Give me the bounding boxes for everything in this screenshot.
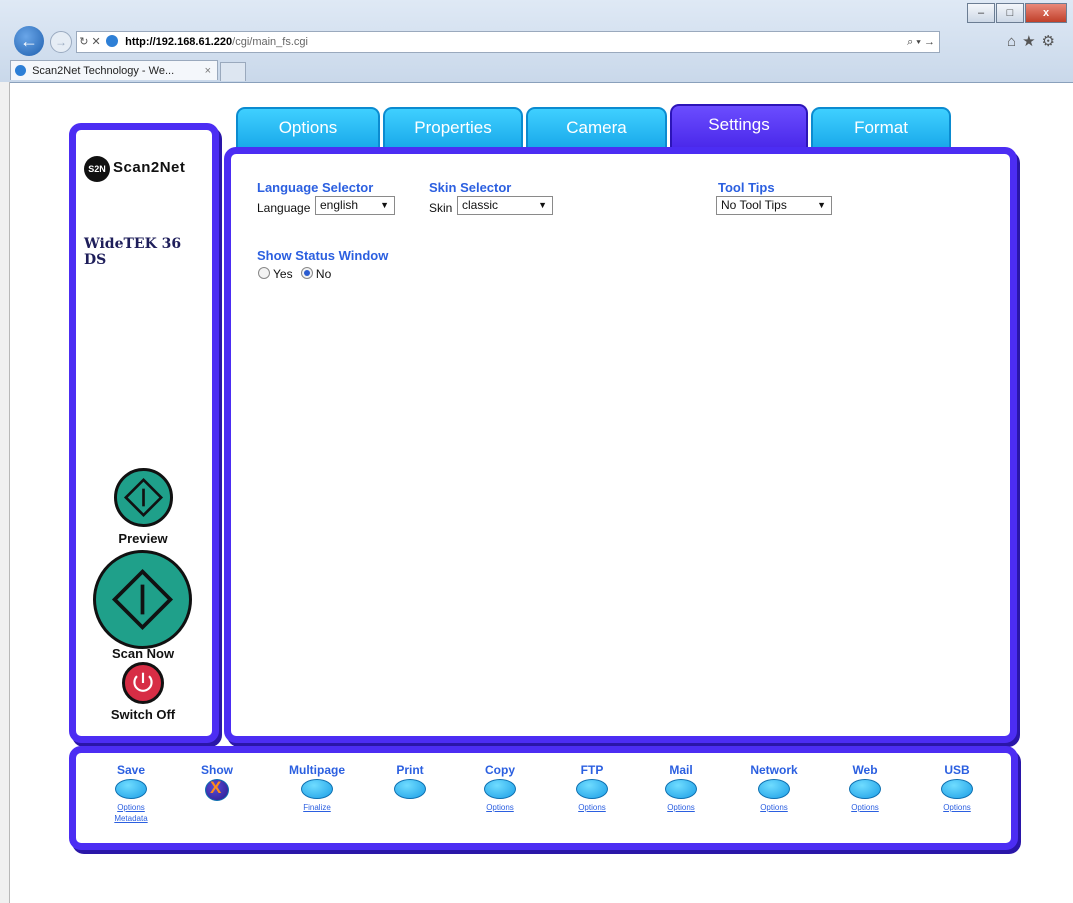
dropdown-arrow-icon: ▼ [538,200,547,210]
maximize-button[interactable]: □ [996,3,1024,23]
close-tab-icon[interactable]: × [205,61,211,81]
bottom-item-show[interactable]: Show X [182,763,252,801]
ie-icon [15,65,26,76]
save-label: Save [116,763,146,777]
print-label: Print [396,763,424,777]
window-controls: – □ x [966,3,1067,23]
settings-panel [224,147,1017,743]
language-select[interactable]: english ▼ [315,196,395,215]
network-options-link[interactable]: Options [739,802,809,813]
refresh-stop-icon[interactable]: ↻ ✕ [77,32,103,52]
status-window-radio-group: Yes No [258,267,331,281]
ftp-label: FTP [580,763,604,777]
web-options-link[interactable]: Options [830,802,900,813]
language-selector-title: Language Selector [257,180,374,195]
tab-format[interactable]: Format [811,107,951,148]
tool-tips-select[interactable]: No Tool Tips ▼ [716,196,832,215]
start-icon [111,568,174,631]
scan-now-label: Scan Now [111,646,175,661]
skin-selector-title: Skin Selector [429,180,512,195]
switch-off-label: Switch Off [110,707,176,722]
preview-label: Preview [118,531,168,546]
search-icon[interactable]: ⌕ ▾ → [907,32,935,52]
ftp-icon[interactable] [576,779,608,799]
mail-label: Mail [669,763,693,777]
copy-icon[interactable] [484,779,516,799]
browser-toolbar-icons[interactable]: ⌂★⚙ [1007,32,1061,50]
forward-button[interactable]: → [50,31,72,53]
copy-options-link[interactable]: Options [465,802,535,813]
preview-button[interactable] [114,468,173,527]
network-label: Network [750,763,798,777]
tab-properties[interactable]: Properties [383,107,523,148]
skin-select[interactable]: classic ▼ [457,196,553,215]
show-status-window-title: Show Status Window [257,248,389,263]
mail-options-link[interactable]: Options [646,802,716,813]
device-model: WideTEK 36 DS [84,236,182,268]
switch-off-button[interactable] [122,662,164,704]
start-icon [123,477,164,518]
multipage-label: Multipage [289,763,345,777]
save-options-link[interactable]: Options [96,802,166,813]
tab-options[interactable]: Options [236,107,380,148]
browser-tab-title: Scan2Net Technology - We... [32,65,175,77]
power-icon [133,672,153,692]
tool-tips-title: Tool Tips [718,180,775,195]
status-yes-radio[interactable] [258,267,270,279]
language-label: Language [257,201,311,215]
logo-text: Scan2Net [113,159,186,176]
multipage-icon[interactable] [301,779,333,799]
bottom-item-save[interactable]: Save Options Metadata [96,763,166,824]
browser-tab[interactable]: Scan2Net Technology - We... × [10,60,218,80]
mail-icon[interactable] [665,779,697,799]
tab-settings[interactable]: Settings [670,104,808,148]
dropdown-arrow-icon: ▼ [817,200,826,210]
show-label: Show [201,763,233,777]
network-icon[interactable] [758,779,790,799]
language-value: english [320,198,359,212]
status-yes-label: Yes [273,267,293,281]
copy-label: Copy [485,763,515,777]
web-label: Web [852,763,878,777]
save-metadata-link[interactable]: Metadata [96,813,166,824]
bottom-item-mail[interactable]: Mail Options [646,763,716,813]
back-button[interactable]: ← [14,26,44,56]
logo-badge: S2N [84,156,110,182]
bottom-item-print[interactable]: Print [375,763,445,799]
usb-icon[interactable] [941,779,973,799]
url-path: /cgi/main_fs.cgi [232,36,308,48]
browser-chrome: – □ x ← → ↻ ✕ http://192.168.61.220/cgi/… [0,0,1073,83]
bottom-item-ftp[interactable]: FTP Options [557,763,627,813]
dropdown-arrow-icon: ▼ [380,200,389,210]
minimize-button[interactable]: – [967,3,995,23]
url-host: http://192.168.61.220 [125,36,233,48]
print-icon[interactable] [394,779,426,799]
ftp-options-link[interactable]: Options [557,802,627,813]
scan2net-logo: S2N Scan2Net [84,156,206,182]
save-icon[interactable] [115,779,147,799]
ie-icon [106,35,119,47]
status-no-radio[interactable] [300,267,313,279]
multipage-finalize-link[interactable]: Finalize [282,802,352,813]
tool-tips-value: No Tool Tips [721,198,787,212]
bottom-item-web[interactable]: Web Options [830,763,900,813]
status-no-label: No [315,267,332,281]
usb-label: USB [944,763,970,777]
bottom-item-copy[interactable]: Copy Options [465,763,535,813]
bottom-item-usb[interactable]: USB Options [922,763,992,813]
skin-value: classic [462,198,499,212]
tab-camera[interactable]: Camera [526,107,667,148]
web-icon[interactable] [849,779,881,799]
show-disabled-icon[interactable]: X [205,778,229,801]
bottom-item-multipage[interactable]: Multipage Finalize [282,763,352,813]
usb-options-link[interactable]: Options [922,802,992,813]
new-tab-button[interactable] [220,62,246,81]
scan-now-button[interactable] [93,550,192,649]
window-left-border [0,82,10,903]
close-button[interactable]: x [1025,3,1067,23]
address-bar[interactable]: ↻ ✕ http://192.168.61.220/cgi/main_fs.cg… [76,31,940,53]
skin-label: Skin [429,201,453,215]
bottom-item-network[interactable]: Network Options [739,763,809,813]
